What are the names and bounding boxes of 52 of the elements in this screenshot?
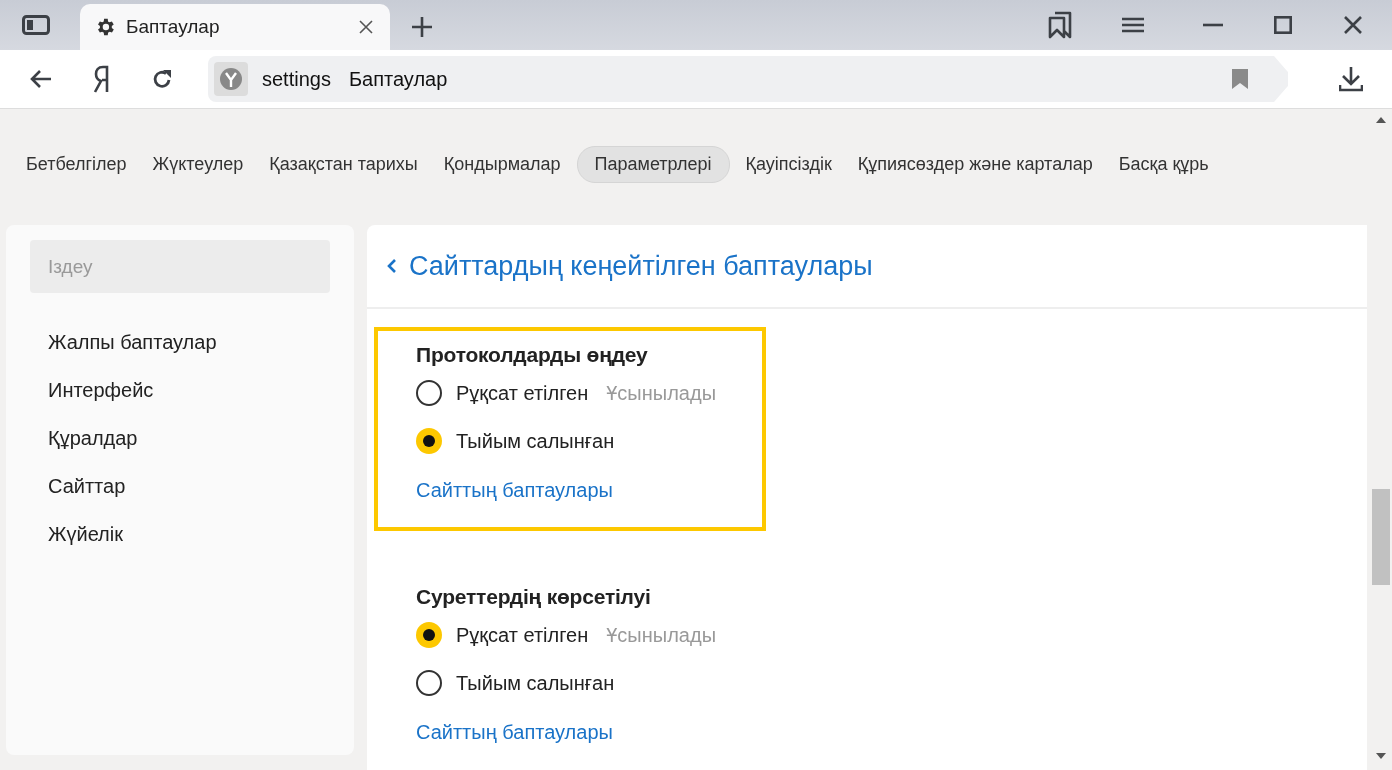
sidebar-item[interactable]: Сайттар — [30, 462, 330, 510]
search-field[interactable]: Іздеу — [30, 240, 330, 293]
nav-tab[interactable]: Жүктеулер — [142, 145, 254, 183]
address-page-title: Баптаулар — [348, 67, 449, 91]
nav-tab[interactable]: Қазақстан тарихы — [259, 145, 428, 183]
logo-icon — [93, 65, 111, 93]
site-settings-link[interactable]: Сайттың баптаулары — [416, 479, 613, 502]
nav-tab[interactable]: Басқа құрь — [1108, 145, 1219, 183]
nav-tab[interactable]: Қауіпсіздік — [735, 145, 842, 183]
sidebar-item[interactable]: Жүйелік — [30, 510, 330, 558]
download-icon — [1339, 66, 1363, 92]
sidebar-item[interactable]: Жалпы баптаулар — [30, 318, 330, 366]
option-hint: Ұсынылады — [606, 381, 716, 405]
address-bar[interactable]: settings Баптаулар — [208, 56, 1288, 102]
scroll-up-icon[interactable] — [1376, 117, 1386, 123]
option-label: Тыйым салынған — [456, 429, 615, 453]
browser-tab[interactable]: Баптаулар — [80, 4, 390, 50]
bookmarks-icon — [1048, 11, 1072, 39]
close-icon — [1344, 16, 1362, 34]
address-scheme: settings — [262, 67, 331, 91]
radio-button[interactable] — [416, 622, 442, 648]
radio-button[interactable] — [416, 428, 442, 454]
reload-icon — [151, 68, 173, 90]
minimize-icon — [1203, 23, 1223, 27]
option-label: Рұқсат етілген — [456, 381, 589, 405]
back-arrow-icon — [30, 70, 52, 88]
tab-title: Баптаулар — [126, 16, 221, 38]
nav-tab[interactable]: Бетбелгілер — [16, 145, 137, 183]
nav-tab[interactable]: Қондырмалар — [433, 145, 571, 183]
nav-tab[interactable]: Параметрлері — [576, 145, 730, 183]
plus-icon — [411, 16, 433, 38]
sidebar-item[interactable]: Құралдар — [30, 414, 330, 462]
section-title: Протоколдарды өңдеу — [416, 342, 649, 368]
bookmark-icon[interactable] — [1232, 69, 1248, 89]
radio-button[interactable] — [416, 670, 442, 696]
option-hint: Ұсынылады — [606, 623, 716, 647]
menu-icon — [1122, 17, 1144, 33]
section-title: Суреттердің көрсетілуі — [416, 584, 652, 610]
maximize-icon — [1274, 16, 1292, 34]
browser-logo-icon — [214, 62, 248, 96]
scroll-down-icon[interactable] — [1376, 753, 1386, 759]
scrollbar-thumb[interactable] — [1372, 489, 1390, 585]
back-chevron-icon[interactable] — [387, 258, 397, 274]
sidebar-item[interactable]: Интерфейс — [30, 366, 330, 414]
site-settings-link[interactable]: Сайттың баптаулары — [416, 721, 613, 744]
radio-button[interactable] — [416, 380, 442, 406]
page-title: Сайттардың кеңейтілген баптаулары — [409, 250, 873, 282]
nav-tab[interactable]: Құпиясөздер және карталар — [847, 145, 1103, 183]
option-label: Тыйым салынған — [456, 671, 615, 695]
sidebar-icon — [22, 15, 50, 35]
close-icon — [359, 20, 373, 34]
option-label: Рұқсат етілген — [456, 623, 589, 647]
